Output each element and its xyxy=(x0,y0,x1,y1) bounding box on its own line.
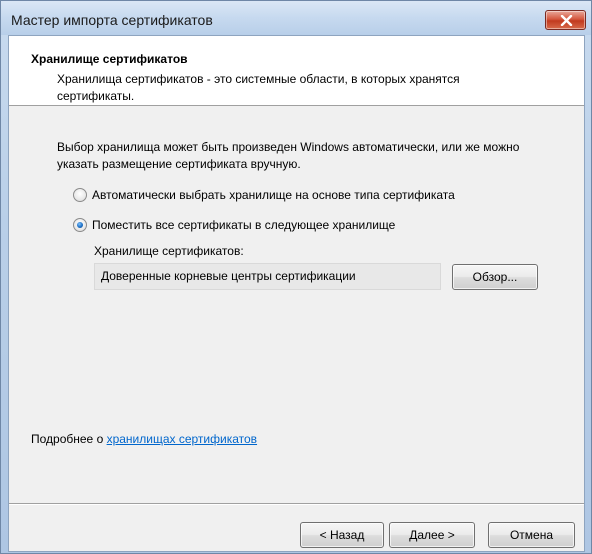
wizard-header: Хранилище сертификатов Хранилища сертифи… xyxy=(9,36,584,106)
next-button[interactable]: Далее > xyxy=(389,522,475,548)
radio-auto-select[interactable]: Автоматически выбрать хранилище на основ… xyxy=(73,186,455,204)
more-info-link[interactable]: хранилищах сертификатов xyxy=(107,432,257,446)
browse-button[interactable]: Обзор... xyxy=(452,264,538,290)
footer-separator xyxy=(9,503,584,505)
wizard-content: Хранилище сертификатов Хранилища сертифи… xyxy=(8,35,585,552)
intro-text: Выбор хранилища может быть произведен Wi… xyxy=(57,140,520,171)
store-label: Хранилище сертификатов: xyxy=(94,244,244,258)
back-button[interactable]: < Назад xyxy=(300,522,384,548)
store-field: Доверенные корневые центры сертификации xyxy=(94,263,441,290)
cancel-button[interactable]: Отмена xyxy=(488,522,575,548)
close-icon xyxy=(560,15,573,26)
more-info: Подробнее о хранилищах сертификатов xyxy=(31,432,257,446)
title-bar[interactable]: Мастер импорта сертификатов xyxy=(1,1,591,35)
radio-button[interactable] xyxy=(73,188,87,202)
page-description: Хранилища сертификатов - это системные о… xyxy=(57,72,460,103)
more-info-prefix: Подробнее о xyxy=(31,432,107,446)
radio-label: Автоматически выбрать хранилище на основ… xyxy=(92,188,455,202)
window-title: Мастер импорта сертификатов xyxy=(11,12,213,28)
close-button[interactable] xyxy=(545,10,586,30)
page-title: Хранилище сертификатов xyxy=(31,52,188,66)
wizard-window: Мастер импорта сертификатов Хранилище се… xyxy=(0,0,592,554)
radio-label: Поместить все сертификаты в следующее хр… xyxy=(92,218,396,232)
radio-place-in-store[interactable]: Поместить все сертификаты в следующее хр… xyxy=(73,216,395,234)
radio-button-selected[interactable] xyxy=(73,218,87,232)
